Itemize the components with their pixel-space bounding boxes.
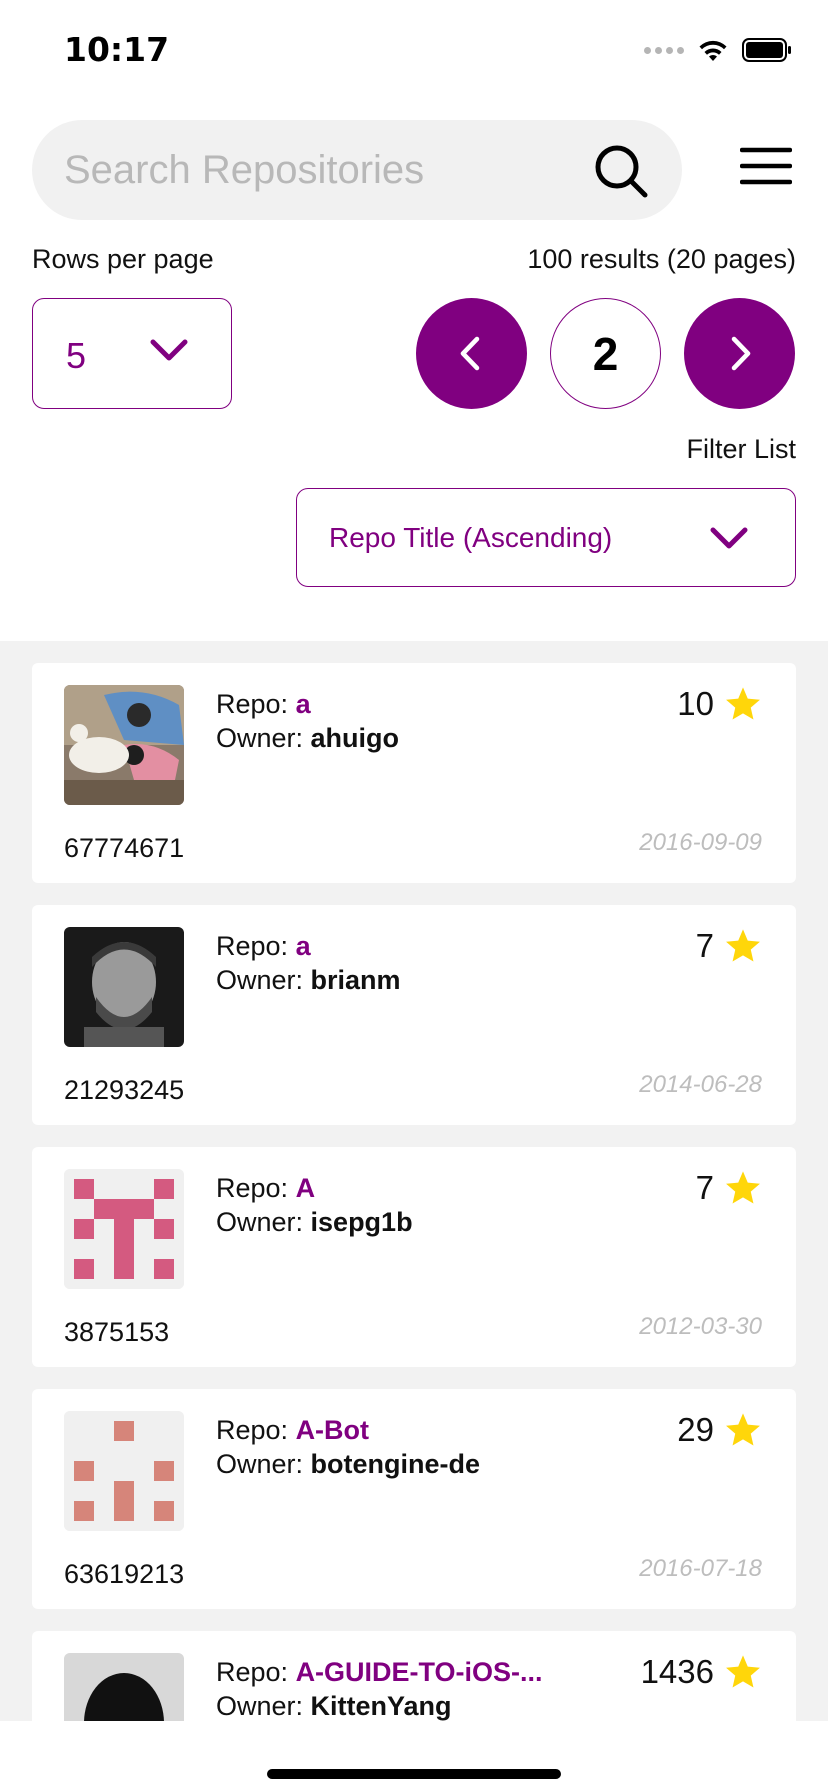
star-icon <box>726 687 760 720</box>
battery-icon <box>742 38 791 62</box>
owner-name: isepg1b <box>310 1207 413 1237</box>
current-page-number: 2 <box>592 327 619 380</box>
repo-name-link[interactable]: a <box>296 931 311 961</box>
repo-id: 21293245 <box>64 1075 185 1105</box>
chevron-down-icon <box>150 339 188 361</box>
search-icon[interactable] <box>594 144 648 198</box>
bottom-bar <box>0 1721 828 1792</box>
repo-card[interactable]: Repo: A-GUIDE-TO-iOS-... Owner: KittenYa… <box>32 1631 796 1721</box>
status-icons <box>644 36 792 64</box>
star-icon <box>726 1171 760 1204</box>
menu-icon[interactable] <box>740 146 792 186</box>
status-bar: 10:17 <box>0 0 828 100</box>
avatar <box>64 1411 184 1531</box>
repo-name-link[interactable]: A-Bot <box>296 1415 369 1445</box>
stars-value: 7 <box>695 1169 714 1206</box>
repo-owner: Owner: brianm <box>216 965 401 995</box>
repo-date: 2014-06-28 <box>639 1071 762 1098</box>
avatar <box>64 1653 184 1721</box>
repo-owner: Owner: botengine-de <box>216 1449 481 1479</box>
stars-value: 10 <box>677 685 714 722</box>
filter-value: Repo Title (Ascending) <box>329 522 613 553</box>
repo-date: 2016-09-09 <box>639 829 762 856</box>
owner-name: botengine-de <box>310 1449 481 1479</box>
repo-date: 2016-07-18 <box>639 1555 762 1582</box>
signal-icon <box>644 46 684 54</box>
repo-id: 63619213 <box>64 1559 185 1589</box>
search-bar <box>32 120 682 220</box>
star-count: 10 <box>677 685 762 723</box>
repo-card[interactable]: Repo: a Owner: brianm 7 21293245 2014-06… <box>32 905 796 1125</box>
filter-select[interactable]: Repo Title (Ascending) <box>296 488 796 587</box>
repo-list[interactable]: Repo: a Owner: ahuigo 10 67774671 2016-0… <box>0 641 828 1721</box>
repo-owner: Owner: ahuigo <box>216 723 400 753</box>
repo-title: Repo: A-GUIDE-TO-iOS-... <box>216 1657 543 1687</box>
owner-name: ahuigo <box>310 723 400 753</box>
stars-value: 7 <box>695 927 714 964</box>
chevron-left-icon <box>460 336 480 371</box>
rows-per-page-label: Rows per page <box>32 244 214 274</box>
repo-owner: Owner: KittenYang <box>216 1691 452 1721</box>
chevron-down-icon <box>710 527 748 549</box>
star-count: 7 <box>696 927 762 965</box>
star-count: 29 <box>677 1411 762 1449</box>
repo-card[interactable]: Repo: a Owner: ahuigo 10 67774671 2016-0… <box>32 663 796 883</box>
next-page-button[interactable] <box>684 298 795 409</box>
stars-value: 1436 <box>640 1653 714 1690</box>
repo-name-link[interactable]: a <box>296 689 311 719</box>
wifi-icon <box>699 40 727 61</box>
search-input[interactable] <box>64 142 584 198</box>
star-count: 7 <box>696 1169 762 1207</box>
star-count: 1436 <box>641 1653 762 1691</box>
repo-id: 67774671 <box>64 833 185 863</box>
repo-id: 3875153 <box>64 1317 170 1347</box>
rows-per-page-value: 5 <box>66 335 87 376</box>
status-time: 10:17 <box>64 30 170 69</box>
avatar <box>64 1169 184 1289</box>
owner-name: brianm <box>310 965 401 995</box>
owner-name: KittenYang <box>310 1691 452 1721</box>
repo-name-link[interactable]: A <box>296 1173 316 1203</box>
current-page-button[interactable]: 2 <box>550 298 661 409</box>
repo-date: 2012-03-30 <box>639 1313 762 1340</box>
results-count: 100 results (20 pages) <box>527 244 796 274</box>
rows-per-page-select[interactable]: 5 <box>32 298 232 409</box>
repo-card[interactable]: Repo: A-Bot Owner: botengine-de 29 63619… <box>32 1389 796 1609</box>
stars-value: 29 <box>677 1411 714 1448</box>
avatar <box>64 927 184 1047</box>
repo-title: Repo: A-Bot <box>216 1415 370 1445</box>
avatar <box>64 685 184 805</box>
filter-list-label: Filter List <box>686 434 796 464</box>
previous-page-button[interactable] <box>416 298 527 409</box>
star-icon <box>726 1413 760 1446</box>
chevron-right-icon <box>731 336 751 371</box>
repo-card[interactable]: Repo: A Owner: isepg1b 7 3875153 2012-03… <box>32 1147 796 1367</box>
repo-name-link[interactable]: A-GUIDE-TO-iOS-... <box>296 1657 543 1687</box>
star-icon <box>726 929 760 962</box>
star-icon <box>726 1655 760 1688</box>
repo-title: Repo: A <box>216 1173 316 1203</box>
home-indicator[interactable] <box>267 1769 561 1779</box>
repo-title: Repo: a <box>216 689 311 719</box>
repo-title: Repo: a <box>216 931 311 961</box>
repo-owner: Owner: isepg1b <box>216 1207 413 1237</box>
